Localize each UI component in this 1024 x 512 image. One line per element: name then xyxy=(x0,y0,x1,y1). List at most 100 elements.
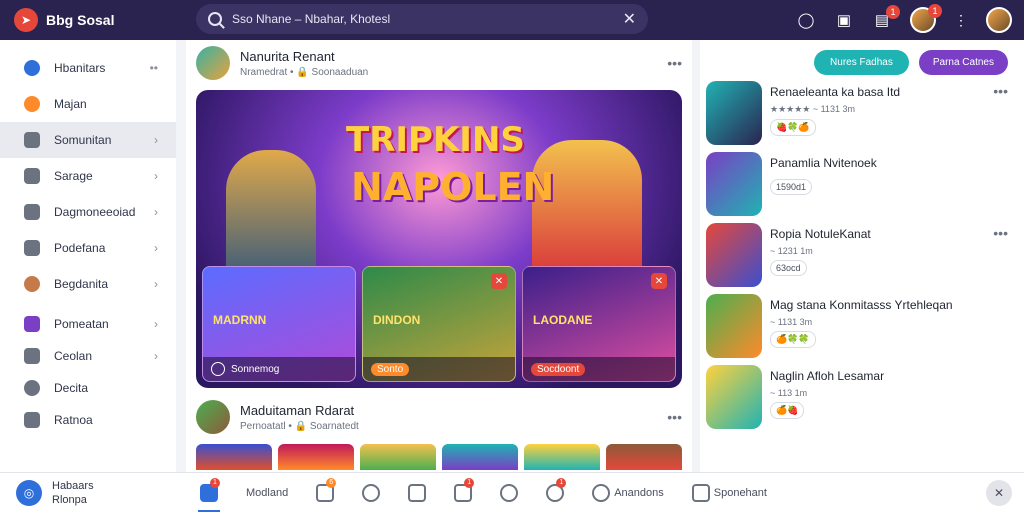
card-label: MADRNN xyxy=(213,313,267,327)
more-horizontal-icon[interactable]: ••• xyxy=(667,55,682,71)
post-second: Maduitaman Rdarat Pernoatatl • 🔒 Soarnat… xyxy=(186,394,692,474)
item-meta: ~ 113 1m xyxy=(770,388,808,398)
sidebar: Hbanitars •• Majan Somunitan › Sarage › … xyxy=(0,40,176,472)
more-horizontal-icon[interactable]: ••• xyxy=(667,409,682,425)
hero-subtitle: NAPOLEN xyxy=(351,165,555,209)
card-bar: Sonnemog xyxy=(203,357,355,381)
thumbnail[interactable] xyxy=(196,444,272,470)
list-item[interactable]: Panamlia Nvitenoek 1590d1 xyxy=(700,152,1024,223)
clock-icon xyxy=(592,483,611,502)
sidebar-item-ceolan[interactable]: Ceolan › xyxy=(0,340,176,372)
chevron-right-icon: › xyxy=(154,205,158,219)
sidebar-item-dagmoneeoiad[interactable]: Dagmoneeoiad › xyxy=(0,194,176,230)
sidebar-item-hbanitars[interactable]: Hbanitars •• xyxy=(0,50,176,86)
circle-icon[interactable]: ◯ xyxy=(796,10,816,30)
sidebar-item-label: Sarage xyxy=(54,169,93,183)
sidebar-item-somunitan[interactable]: Somunitan › xyxy=(0,122,176,158)
nav-anandons[interactable]: Anandons xyxy=(592,483,664,502)
search-input[interactable] xyxy=(232,12,623,26)
nav-stats[interactable]: 6 xyxy=(316,477,337,502)
chevron-right-icon: › xyxy=(154,277,158,291)
sidebar-item-podefana[interactable]: Podefana › xyxy=(0,230,176,266)
chevron-right-icon: › xyxy=(154,349,158,363)
chat-icon xyxy=(362,483,381,502)
primary-button[interactable]: Nures Fadhas xyxy=(814,50,909,75)
media-cards: MADRNN Sonnemog ✕ DINDON Sonto ✕ LAODANE… xyxy=(202,266,676,382)
thumbnail[interactable] xyxy=(278,444,354,470)
close-icon[interactable]: ✕ xyxy=(651,273,667,289)
gift-icon xyxy=(24,412,40,428)
item-tag: 🍊🍀🍀 xyxy=(770,331,816,348)
post-author[interactable]: Nanurita Renant xyxy=(240,49,368,64)
card-bar: Sonto xyxy=(363,357,515,381)
close-icon[interactable]: ✕ xyxy=(491,273,507,289)
list-item[interactable]: Mag stana Konmitasss Yrtehleqan ~ 1131 3… xyxy=(700,294,1024,365)
chevron-right-icon: › xyxy=(154,133,158,147)
media-card[interactable]: ✕ LAODANE Socdoont xyxy=(522,266,676,382)
sidebar-item-label: Ceolan xyxy=(54,349,93,363)
avatar[interactable] xyxy=(196,400,230,434)
media-card[interactable]: MADRNN Sonnemog xyxy=(202,266,356,382)
nav-label: Modland xyxy=(246,486,289,499)
nav-modland[interactable]: Modland xyxy=(246,487,288,499)
close-icon[interactable]: ✕ xyxy=(986,479,1012,506)
list-item[interactable]: Renaeleanta ka basa Itd ★★★★★ ~ 1131 3m … xyxy=(700,81,1024,152)
nav-location[interactable] xyxy=(500,483,519,502)
user-avatar[interactable] xyxy=(986,7,1012,33)
nav-home[interactable]: 1 xyxy=(198,477,220,512)
list-item[interactable]: Naglin Afloh Lesamar ~ 113 1m 🍊🍓 xyxy=(700,365,1024,436)
logo-icon: ➤ xyxy=(14,8,38,32)
thumbnail[interactable] xyxy=(524,444,600,470)
secondary-button[interactable]: Parna Catnes xyxy=(918,50,1008,75)
card-label: LAODANE xyxy=(533,313,593,327)
feed: Nanurita Renant Nramedrat • 🔒 Soonaaduan… xyxy=(186,40,692,472)
grid-icon xyxy=(24,132,40,148)
people-icon xyxy=(24,240,40,256)
badge: 1 xyxy=(210,477,220,488)
card-label: DINDON xyxy=(373,313,421,327)
more-vertical-icon[interactable]: ⋮ xyxy=(954,12,968,29)
thumbnail xyxy=(706,365,762,429)
search-bar[interactable]: ✕ xyxy=(196,4,648,34)
profile[interactable]: ◎ Habaars Rlonpa xyxy=(0,479,190,507)
avatar-icon xyxy=(24,276,40,292)
more-icon[interactable]: •• xyxy=(150,61,158,75)
shop-icon[interactable]: ▤ 1 xyxy=(872,5,900,30)
list-item[interactable]: Ropia NotuleKanat ~ 1231 1m 63ocd ••• xyxy=(700,223,1024,294)
nav-profile[interactable]: 1 xyxy=(546,477,567,502)
nav-edit[interactable] xyxy=(408,483,427,502)
thumbnail xyxy=(706,223,762,287)
thumbnail[interactable] xyxy=(442,444,518,470)
search-icon xyxy=(208,12,222,26)
sidebar-item-label: Pomeatan xyxy=(54,317,109,331)
chevron-right-icon: › xyxy=(154,317,158,331)
avatar[interactable]: 1 xyxy=(910,4,942,33)
more-horizontal-icon[interactable]: ••• xyxy=(993,225,1008,241)
close-icon[interactable]: ✕ xyxy=(623,9,636,29)
sidebar-item-majan[interactable]: Majan xyxy=(0,86,176,122)
nav-sponehant[interactable]: Sponehant xyxy=(691,483,767,502)
brand[interactable]: ➤ Bbg Sosal xyxy=(0,8,190,32)
sidebar-item-decita[interactable]: Decita xyxy=(0,372,176,404)
nav-label: Sponehant xyxy=(713,486,767,499)
media-card[interactable]: ✕ DINDON Sonto xyxy=(362,266,516,382)
top-icons: ◯ ▣ ▤ 1 1 ⋮ xyxy=(796,0,1012,40)
hero-banner[interactable]: TRIPKINS NAPOLEN MADRNN Sonnemog ✕ DINDO… xyxy=(196,90,682,388)
more-horizontal-icon[interactable]: ••• xyxy=(993,83,1008,99)
profile-line2: Rlonpa xyxy=(52,493,87,506)
nav-inbox[interactable]: 1 xyxy=(454,477,475,502)
card-bar: Socdoont xyxy=(523,357,675,381)
store-icon[interactable]: ▣ xyxy=(834,10,854,30)
thumbnail[interactable] xyxy=(606,444,682,470)
sidebar-item-sarage[interactable]: Sarage › xyxy=(0,158,176,194)
nav-chat[interactable] xyxy=(362,483,381,502)
item-meta: ★★★★★ ~ 1131 3m xyxy=(770,104,855,114)
avatar[interactable] xyxy=(196,46,230,80)
post-author[interactable]: Maduitaman Rdarat xyxy=(240,403,359,418)
hero-title: TRIPKINS xyxy=(346,120,525,160)
thumbnail[interactable] xyxy=(360,444,436,470)
sidebar-item-begdanita[interactable]: Begdanita › xyxy=(0,266,176,302)
sidebar-item-ratnoa[interactable]: Ratnoa xyxy=(0,404,176,436)
item-meta: ~ 1131 3m xyxy=(770,317,813,327)
sidebar-item-pomeatan[interactable]: Pomeatan › xyxy=(0,308,176,340)
